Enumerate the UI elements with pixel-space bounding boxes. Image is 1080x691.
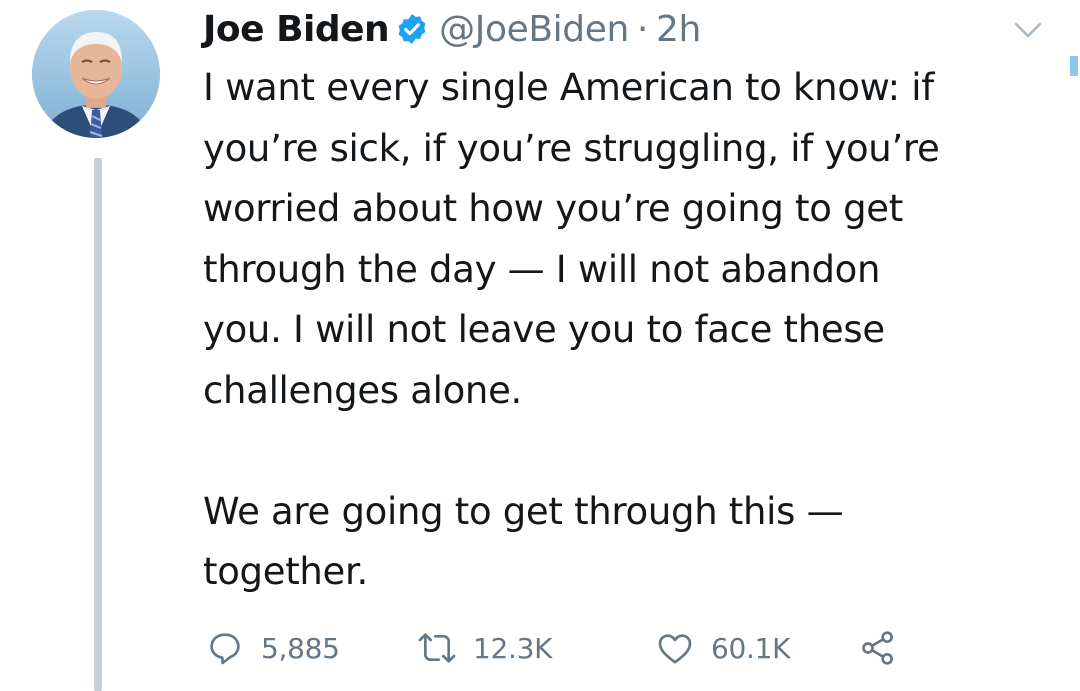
tweet: Joe Biden @JoeBiden · 2h I want every si… — [0, 0, 1080, 691]
thread-line — [94, 158, 102, 691]
avatar[interactable] — [32, 10, 160, 138]
heart-icon — [653, 626, 697, 670]
tweet-header: Joe Biden @JoeBiden · 2h — [203, 4, 701, 54]
tweet-line: through the day — I will not abandon — [203, 247, 881, 291]
retweet-icon — [415, 626, 459, 670]
tweet-line: you’re sick, if you’re struggling, if yo… — [203, 126, 940, 170]
share-button[interactable] — [856, 620, 900, 676]
tweet-line: I want every single American to know: if — [203, 66, 934, 109]
share-icon — [856, 626, 900, 670]
action-bar: 5,885 12.3K 60.1K — [203, 620, 923, 676]
like-count: 60.1K — [711, 631, 791, 665]
handle[interactable]: @JoeBiden — [439, 9, 629, 50]
timestamp[interactable]: 2h — [656, 9, 701, 50]
like-button[interactable]: 60.1K — [653, 620, 791, 676]
tweet-text: I want every single American to know: if… — [203, 58, 1053, 603]
reply-button[interactable]: 5,885 — [203, 620, 340, 676]
separator-dot: · — [636, 8, 648, 50]
chevron-down-icon[interactable] — [1010, 18, 1046, 42]
display-name[interactable]: Joe Biden — [203, 9, 390, 50]
retweet-count: 12.3K — [473, 631, 553, 665]
tweet-line: you. I will not leave you to face these — [203, 308, 885, 351]
tweet-line: together. — [203, 550, 368, 593]
scroll-indicator — [1070, 56, 1078, 76]
tweet-line: worried about how you’re going to get — [203, 187, 903, 230]
tweet-line: We are going to get through this — — [203, 489, 844, 533]
retweet-button[interactable]: 12.3K — [415, 620, 553, 676]
verified-badge-icon — [395, 12, 429, 46]
tweet-line: challenges alone. — [203, 368, 522, 412]
reply-icon — [203, 626, 247, 670]
reply-count: 5,885 — [261, 631, 340, 665]
